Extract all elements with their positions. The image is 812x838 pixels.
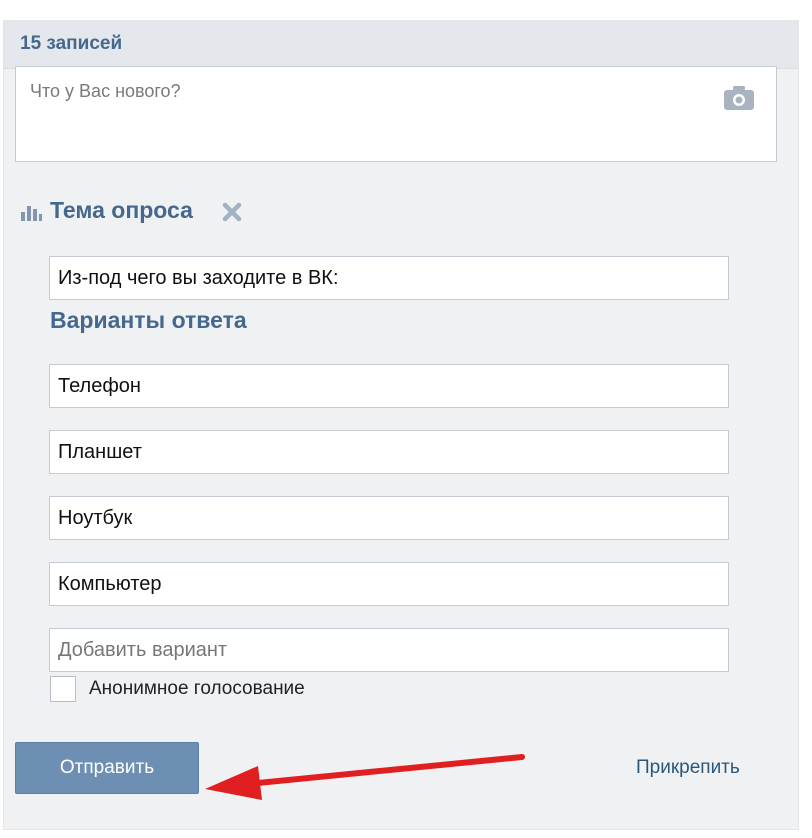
- poll-option-input-4[interactable]: [49, 562, 729, 606]
- poll-option-input-1[interactable]: [49, 364, 729, 408]
- send-button[interactable]: Отправить: [15, 742, 199, 794]
- anonymous-checkbox[interactable]: [50, 676, 76, 702]
- attach-link[interactable]: Прикрепить: [636, 757, 740, 779]
- camera-icon[interactable]: [722, 84, 756, 112]
- options-title: Варианты ответа: [50, 307, 247, 333]
- bar-chart-icon: [21, 206, 42, 221]
- status-input[interactable]: [15, 66, 777, 162]
- poll-option-input-3[interactable]: [49, 496, 729, 540]
- poll-option-input-2[interactable]: [49, 430, 729, 474]
- posts-count-title: 15 записей: [20, 33, 123, 54]
- anonymous-label: Анонимное голосование: [89, 678, 305, 699]
- panel-header: 15 записей: [4, 21, 798, 69]
- poll-question-input[interactable]: [49, 256, 729, 300]
- close-x-icon[interactable]: [220, 200, 244, 224]
- add-option-input[interactable]: [49, 628, 729, 672]
- poll-title: Тема опроса: [50, 197, 193, 223]
